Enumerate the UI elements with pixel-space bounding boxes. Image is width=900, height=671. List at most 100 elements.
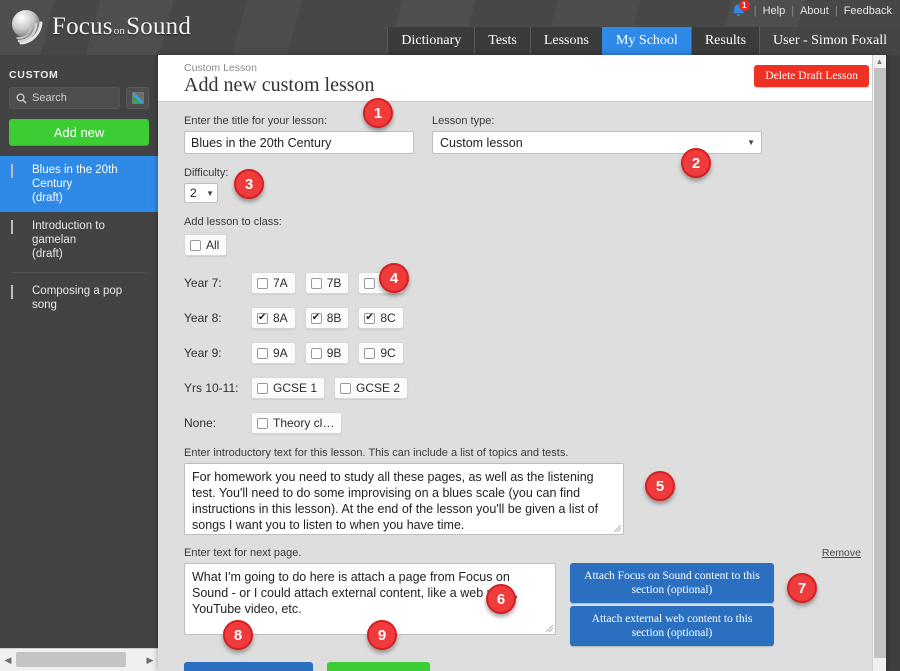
panel-header: Custom Lesson Add new custom lesson Dele…: [158, 55, 886, 102]
notifications-bell-icon[interactable]: 1: [731, 0, 750, 19]
scroll-left-arrow-icon[interactable]: ◀: [0, 655, 16, 666]
class-group-label: Year 7:: [184, 276, 222, 290]
intro-text-section: Enter introductory text for this lesson.…: [184, 447, 886, 535]
intro-text-textarea[interactable]: For homework you need to study all these…: [184, 463, 624, 535]
lesson-title-input[interactable]: Blues in the 20th Century: [184, 131, 414, 154]
class-group-label: None:: [184, 416, 217, 430]
checkbox-theory-class[interactable]: Theory cl…: [251, 412, 343, 434]
checkbox-9a[interactable]: 9A: [251, 342, 296, 364]
next-page-label: Enter text for next page.: [184, 547, 302, 559]
checkbox-box[interactable]: [310, 347, 322, 359]
scroll-right-arrow-icon[interactable]: ▶: [142, 655, 158, 666]
lesson-type-select[interactable]: Custom lesson ▼: [432, 131, 762, 154]
main-content-panel: Custom Lesson Add new custom lesson Dele…: [158, 55, 886, 671]
checkbox-label: 7A: [273, 276, 288, 290]
checkbox-7b[interactable]: 7B: [304, 272, 350, 294]
sidebar-item-introduction-to-gamelan[interactable]: Introduction to gamelan (draft): [0, 212, 158, 268]
callout-badge-9: 9: [367, 620, 397, 650]
difficulty-label: Difficulty:: [184, 167, 229, 179]
checkbox-box[interactable]: [364, 277, 376, 289]
checkbox-all[interactable]: All: [184, 234, 228, 256]
sidebar-item-blues-in-the-20th-century[interactable]: Blues in the 20th Century (draft): [0, 156, 158, 212]
checkbox-box[interactable]: [257, 347, 268, 359]
checkbox-label: GCSE 1: [273, 381, 318, 395]
checkbox-label: 7B: [326, 276, 342, 290]
checkbox-box[interactable]: [190, 239, 201, 251]
focus-on-sound-logo-icon: [8, 7, 48, 47]
checkbox-box[interactable]: [340, 382, 352, 394]
nav-item-tests[interactable]: Tests: [474, 27, 530, 55]
hscroll-thumb[interactable]: [16, 652, 126, 667]
checkbox-7a[interactable]: 7A: [251, 272, 296, 294]
nav-item-results[interactable]: Results: [690, 27, 760, 55]
checkbox-box[interactable]: [257, 417, 268, 429]
checkbox-gcse-1[interactable]: GCSE 1: [251, 377, 326, 399]
nav-item-dictionary[interactable]: Dictionary: [387, 27, 475, 55]
sidebar-view-toggle-button[interactable]: [126, 87, 149, 109]
chevron-down-icon: ▼: [206, 188, 214, 198]
intro-text-label: Enter introductory text for this lesson.…: [184, 447, 569, 459]
sidebar-search-row: Search: [0, 87, 158, 109]
lesson-type-value: Custom lesson: [440, 135, 523, 150]
checkbox-8c[interactable]: 8C: [358, 307, 404, 329]
nav-item-my-school[interactable]: My School: [601, 27, 691, 55]
lesson-type-label: Lesson type:: [432, 115, 495, 127]
checkbox-9b[interactable]: 9B: [304, 342, 350, 364]
checkbox-box[interactable]: [364, 347, 376, 359]
sidebar-item-label: Blues in the 20th Century (draft): [32, 164, 118, 204]
remove-section-link[interactable]: Remove: [822, 547, 861, 559]
attach-external-web-content-button[interactable]: Attach external web content to this sect…: [570, 606, 774, 646]
feedback-link[interactable]: Feedback: [844, 5, 892, 17]
custom-lesson-list: Blues in the 20th Century (draft) Introdu…: [0, 156, 158, 319]
panel-vertical-scrollbar[interactable]: ▲: [872, 55, 886, 671]
checkbox-label: 9A: [273, 346, 288, 360]
scroll-up-arrow-icon[interactable]: ▲: [873, 55, 886, 66]
add-new-button[interactable]: Add new: [9, 119, 149, 146]
sidebar-item-composing-a-pop-song[interactable]: Composing a pop song: [0, 277, 158, 319]
publish-lesson-button[interactable]: Publish Lesson: [326, 662, 430, 671]
sidebar-item-label: Introduction to gamelan (draft): [32, 220, 105, 260]
sidebar-divider: [12, 272, 146, 273]
checkbox-box[interactable]: [257, 382, 268, 394]
class-row-yrs-10-11: Yrs 10-11: GCSE 1 GCSE 2: [184, 377, 886, 399]
class-row-year-9: Year 9: 9A 9B 9C: [184, 342, 886, 364]
checkbox-8a[interactable]: 8A: [251, 307, 296, 329]
checkbox-label: Theory cl…: [273, 416, 335, 430]
checkbox-9c[interactable]: 9C: [358, 342, 404, 364]
difficulty-select[interactable]: 2 ▼: [184, 183, 218, 203]
brand-logo[interactable]: Focus on Sound: [8, 7, 191, 47]
app-root: Focus on Sound 1 | Help | About | Feedback…: [0, 0, 900, 671]
sidebar-horizontal-scrollbar[interactable]: ◀ ▶: [0, 648, 158, 671]
delete-draft-lesson-button[interactable]: Delete Draft Lesson: [754, 65, 869, 87]
checkbox-gcse-2[interactable]: GCSE 2: [334, 377, 409, 399]
search-input[interactable]: Search: [9, 87, 120, 109]
checkbox-box[interactable]: [257, 277, 268, 289]
checkbox-label: 8B: [326, 311, 342, 325]
chevron-down-icon: ▼: [747, 138, 755, 147]
lesson-icon: [11, 285, 24, 299]
top-header-bar: Focus on Sound 1 | Help | About | Feedback…: [0, 0, 900, 55]
attach-buttons-group: Attach Focus on Sound content to this se…: [570, 563, 774, 646]
brand-name-on: on: [113, 25, 126, 37]
lesson-type-field-group: Lesson type: Custom lesson ▼: [432, 115, 762, 154]
lesson-icon: [11, 220, 24, 234]
add-another-section-button[interactable]: Add another section: [184, 662, 313, 671]
checkbox-label: All: [206, 238, 220, 252]
checkbox-8b[interactable]: 8B: [304, 307, 350, 329]
checkbox-box[interactable]: [310, 277, 322, 289]
checkbox-box[interactable]: [364, 311, 376, 324]
nav-item-user[interactable]: User - Simon Foxall: [759, 27, 900, 55]
help-link[interactable]: Help: [763, 5, 786, 17]
vscroll-thumb[interactable]: [874, 68, 886, 658]
search-icon: [16, 92, 27, 104]
callout-badge-1: 1: [363, 98, 393, 128]
callout-badge-4: 4: [379, 263, 409, 293]
hscroll-track[interactable]: [16, 649, 142, 671]
nav-item-lessons[interactable]: Lessons: [529, 27, 602, 55]
difficulty-field-group: Difficulty: 2 ▼: [184, 167, 886, 203]
about-link[interactable]: About: [800, 5, 829, 17]
attach-focus-on-sound-content-button[interactable]: Attach Focus on Sound content to this se…: [570, 563, 774, 603]
add-lesson-to-class-label: Add lesson to class:: [184, 216, 282, 228]
checkbox-box[interactable]: [310, 311, 322, 324]
checkbox-box[interactable]: [257, 311, 268, 324]
